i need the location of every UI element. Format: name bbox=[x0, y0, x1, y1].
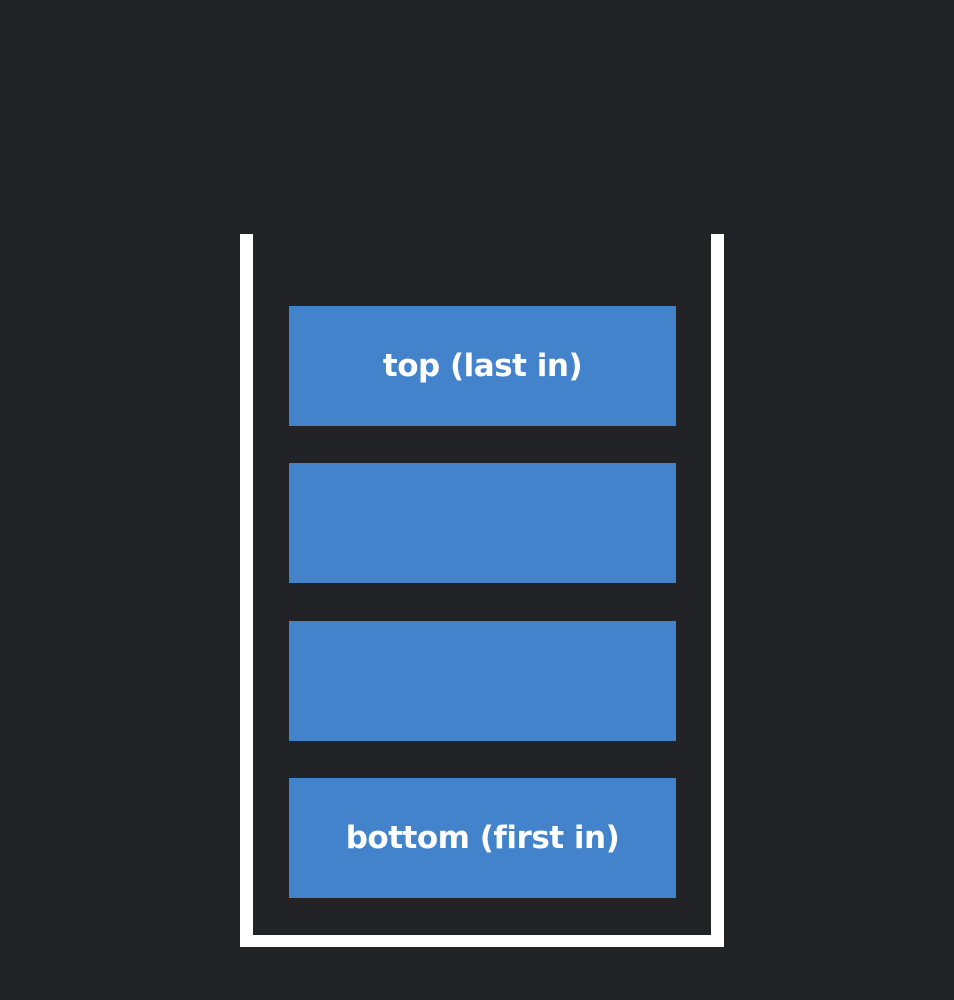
stack-item-3 bbox=[289, 621, 676, 741]
stack-item-2 bbox=[289, 463, 676, 583]
stack-item-bottom-label: bottom (first in) bbox=[345, 820, 620, 856]
stack-item-top-label: top (last in) bbox=[382, 348, 583, 384]
stack-item-bottom: bottom (first in) bbox=[289, 778, 676, 898]
stack-item-top: top (last in) bbox=[289, 306, 676, 426]
stack-container: top (last in) bottom (first in) bbox=[240, 234, 724, 947]
